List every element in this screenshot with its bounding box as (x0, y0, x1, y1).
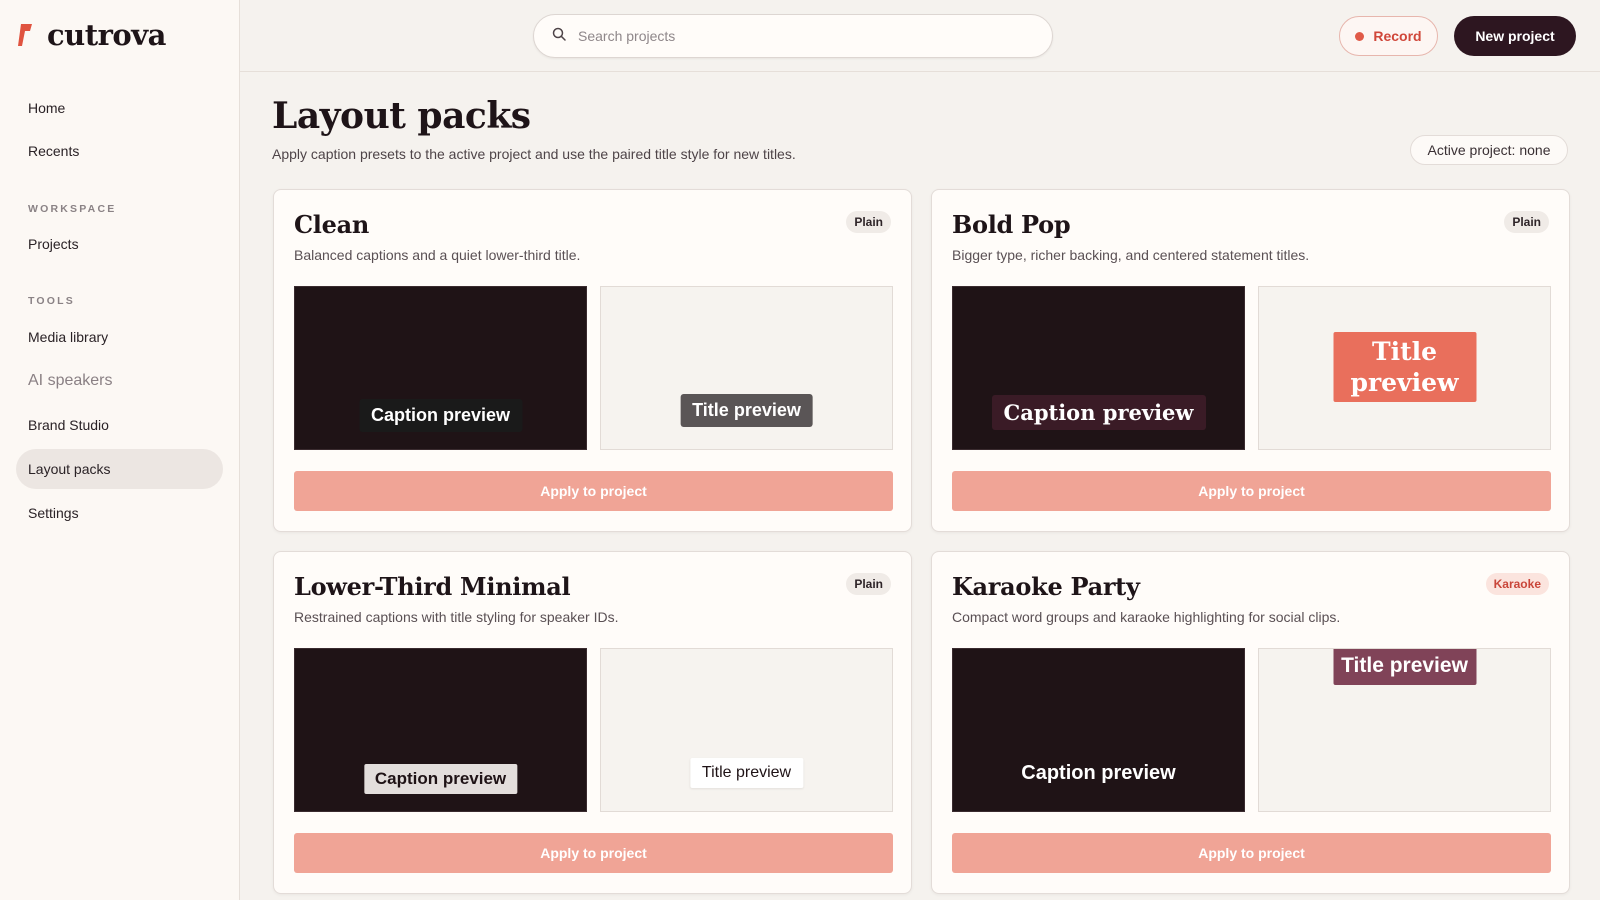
sidebar-item-recents[interactable]: Recents (16, 131, 223, 171)
sidebar-item-layout-packs[interactable]: Layout packs (16, 449, 223, 489)
pack-description: Balanced captions and a quiet lower-thir… (294, 247, 581, 263)
title-preview-sample: Title preview (689, 758, 804, 788)
sidebar-item-label: AI speakers (28, 372, 113, 389)
active-project-pill: Active project: none (1410, 135, 1568, 165)
pack-card-karaoke-party: Karaoke Party Karaoke Compact word group… (931, 551, 1570, 894)
title-preview-panel: Title preview (600, 286, 893, 450)
title-preview-sample: Title preview (680, 394, 813, 427)
sidebar-item-label: Projects (28, 236, 79, 252)
sidebar-item-ai-speakers[interactable]: AI speakers (16, 361, 223, 401)
pack-description: Compact word groups and karaoke highligh… (952, 609, 1341, 625)
caption-preview-sample: Caption preview (358, 399, 523, 432)
sidebar: cutrova Home Recents WORKSPACE Projects … (0, 0, 240, 900)
apply-to-project-button[interactable]: Apply to project (294, 833, 893, 873)
caption-preview-sample: Caption preview (363, 764, 518, 794)
cutrova-logo-icon (17, 22, 33, 48)
title-preview-sample: Title preview (1333, 649, 1476, 685)
sidebar-section-tools: TOOLS (28, 295, 75, 307)
caption-preview-panel: Caption preview (952, 648, 1245, 812)
record-button[interactable]: Record (1339, 16, 1438, 56)
pack-card-bold-pop: Bold Pop Plain Bigger type, richer backi… (931, 189, 1570, 532)
sidebar-item-media-library[interactable]: Media library (16, 317, 223, 357)
record-button-label: Record (1373, 28, 1422, 44)
sidebar-item-label: Settings (28, 505, 79, 521)
pack-card-clean: Clean Plain Balanced captions and a quie… (273, 189, 912, 532)
pack-title: Bold Pop (952, 210, 1071, 239)
pack-badge: Plain (1504, 211, 1549, 233)
search-icon (552, 27, 566, 46)
new-project-button-label: New project (1475, 28, 1555, 44)
sidebar-item-label: Recents (28, 143, 80, 159)
page-title: Layout packs (272, 95, 531, 137)
caption-preview-sample: Caption preview (991, 395, 1206, 430)
title-preview-panel: Title preview (1258, 286, 1551, 450)
brand-logo[interactable]: cutrova (17, 18, 166, 52)
sidebar-item-label: Layout packs (28, 461, 111, 477)
sidebar-item-brand-studio[interactable]: Brand Studio (16, 405, 223, 445)
sidebar-item-projects[interactable]: Projects (16, 224, 223, 264)
pack-description: Bigger type, richer backing, and centere… (952, 247, 1310, 263)
caption-preview-panel: Caption preview (952, 286, 1245, 450)
pack-badge: Plain (846, 211, 891, 233)
title-preview-sample: Title preview (1333, 332, 1476, 402)
sidebar-item-settings[interactable]: Settings (16, 493, 223, 533)
caption-preview-sample: Caption preview (1021, 762, 1176, 784)
pack-description: Restrained captions with title styling f… (294, 609, 619, 625)
caption-preview-panel: Caption preview (294, 648, 587, 812)
sidebar-item-home[interactable]: Home (16, 88, 223, 128)
new-project-button[interactable]: New project (1454, 16, 1576, 56)
page-subtitle: Apply caption presets to the active proj… (272, 146, 796, 162)
brand-name: cutrova (47, 18, 166, 52)
sidebar-section-workspace: WORKSPACE (28, 203, 117, 215)
title-preview-panel: Title preview (600, 648, 893, 812)
apply-to-project-button[interactable]: Apply to project (294, 471, 893, 511)
sidebar-item-label: Home (28, 100, 66, 116)
pack-badge: Karaoke (1485, 573, 1549, 595)
title-preview-panel: Title preview (1258, 648, 1551, 812)
pack-badge: Plain (846, 573, 891, 595)
apply-to-project-button[interactable]: Apply to project (952, 833, 1551, 873)
pack-title: Karaoke Party (952, 572, 1140, 601)
pack-title: Lower-Third Minimal (294, 572, 571, 601)
search-input[interactable] (578, 28, 1018, 44)
search-bar[interactable] (533, 14, 1053, 58)
sidebar-item-label: Brand Studio (28, 417, 109, 433)
pack-card-lower-third-minimal: Lower-Third Minimal Plain Restrained cap… (273, 551, 912, 894)
sidebar-item-label: Media library (28, 329, 109, 345)
apply-to-project-button[interactable]: Apply to project (952, 471, 1551, 511)
pack-title: Clean (294, 210, 369, 239)
record-dot-icon (1355, 31, 1365, 41)
caption-preview-panel: Caption preview (294, 286, 587, 450)
